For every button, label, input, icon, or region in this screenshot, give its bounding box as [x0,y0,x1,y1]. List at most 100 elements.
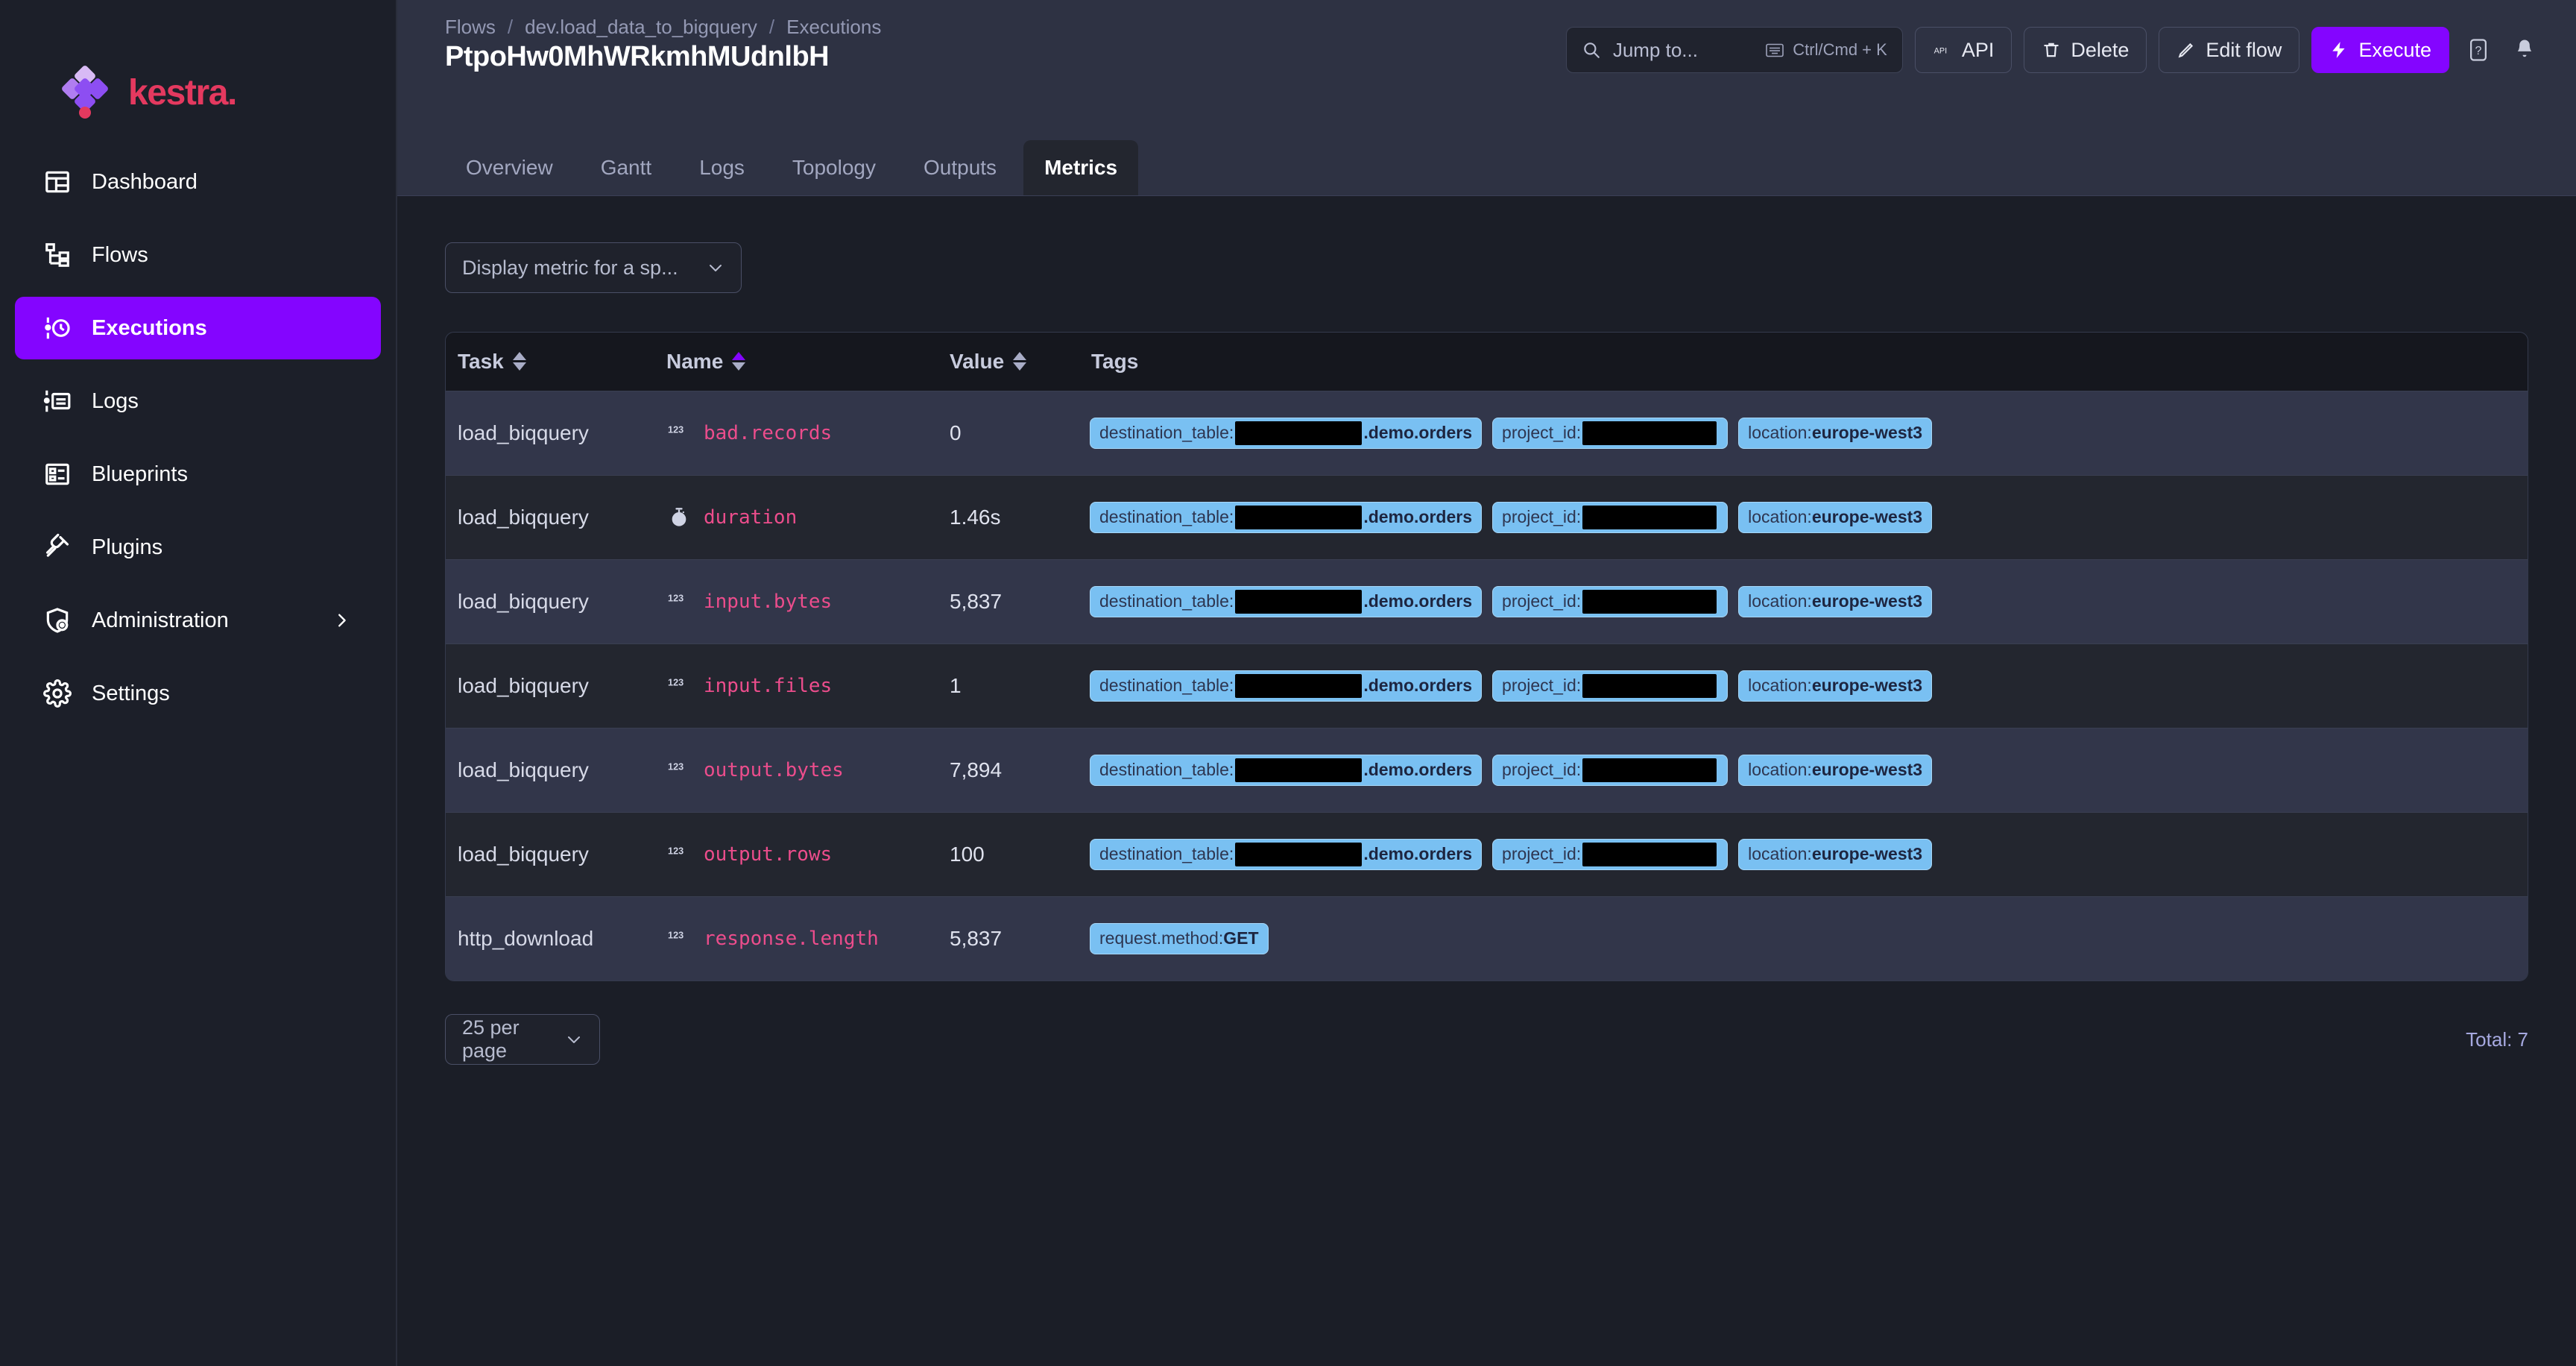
cell-tags: destination_table:.demo.ordersproject_id… [1079,728,2528,812]
table-header-row: Task Name [446,333,2528,391]
administration-icon [42,605,72,635]
column-header-task[interactable]: Task [446,333,654,391]
redacted-value [1582,590,1717,614]
per-page-select[interactable]: 25 per page [445,1014,600,1065]
help-button[interactable]: ? [2461,29,2496,71]
metric-filter-label: Display metric for a sp... [462,256,678,280]
cell-task: load_biqquery [446,475,654,559]
sidebar-item-label: Administration [92,608,229,633]
api-button[interactable]: API API [1915,27,2012,73]
column-header-name[interactable]: Name [654,333,938,391]
notifications-button[interactable] [2507,29,2542,71]
table-row[interactable]: load_biqquery123output.bytes7,894destina… [446,728,2528,812]
settings-icon [42,679,72,708]
pencil-icon [2176,40,2196,60]
bell-icon [2513,38,2536,62]
tag-list: destination_table:.demo.orders project_id… [1090,586,2513,617]
header-actions: Jump to... Ctrl/Cmd + K API API Delete [1566,27,2542,73]
edit-flow-button[interactable]: Edit flow [2159,27,2299,73]
table-row[interactable]: load_biqquery123bad.records0destination_… [446,391,2528,475]
tag-list: destination_table:.demo.ordersproject_id… [1090,502,2513,533]
tag-badge: location: europe-west3 [1738,586,1932,617]
executions-icon [42,313,72,343]
execute-button[interactable]: Execute [2311,27,2449,73]
sidebar-item-label: Flows [92,243,148,268]
app-root: kestra. Dashboard Flows Executions [0,0,2576,1366]
sidebar-item-logs[interactable]: Logs [15,370,381,432]
tag-key: location: [1748,676,1812,696]
redacted-value [1235,674,1362,698]
tab-outputs[interactable]: Outputs [903,140,1017,195]
table-row[interactable]: load_biqqueryduration1.46sdestination_ta… [446,475,2528,559]
sidebar-item-flows[interactable]: Flows [15,224,381,286]
search-input[interactable]: Jump to... Ctrl/Cmd + K [1566,27,1903,73]
table-row[interactable]: load_biqquery123output.rows100destinatio… [446,812,2528,896]
table-row[interactable]: http_download 123 response.length 5,837 requ… [446,896,2528,981]
svg-text:123: 123 [668,425,684,435]
tag-badge: project_id: [1492,755,1728,786]
cell-name: 123input.files [654,643,938,728]
delete-button[interactable]: Delete [2024,27,2147,73]
sidebar-item-plugins[interactable]: Plugins [15,516,381,579]
main-area: Flows / dev.load_data_to_bigquery / Exec… [397,0,2576,1366]
tag-badge: project_id: [1492,586,1728,617]
tab-metrics[interactable]: Metrics [1023,140,1138,195]
tag-value: GET [1223,928,1258,948]
sidebar-item-executions[interactable]: Executions [15,297,381,359]
tag-badge: location: europe-west3 [1738,502,1932,533]
tag-badge: location: europe-west3 [1738,755,1932,786]
tag-key: destination_table: [1099,507,1234,527]
sidebar-item-blueprints[interactable]: Blueprints [15,443,381,506]
tag-badge: project_id: [1492,418,1728,449]
table-row[interactable]: load_biqquery123input.files1destination_… [446,643,2528,728]
cell-tags: destination_table:.demo.ordersproject_id… [1079,475,2528,559]
cell-value: 5,837 [938,559,1079,643]
tag-badge: location: europe-west3 [1738,670,1932,702]
breadcrumb-item-flows[interactable]: Flows [445,16,496,39]
sidebar-item-administration[interactable]: Administration [15,589,381,652]
tab-overview[interactable]: Overview [445,140,574,195]
cell-value: 0 [938,391,1079,475]
sort-toggle-name[interactable] [732,352,745,371]
sidebar-item-settings[interactable]: Settings [15,662,381,725]
column-header-value-label: Value [950,350,1004,374]
svg-text:123: 123 [668,678,684,688]
redacted-value [1235,590,1362,614]
edit-flow-button-label: Edit flow [2206,39,2282,62]
tab-gantt[interactable]: Gantt [580,140,672,195]
flows-icon [42,240,72,270]
tag-key: project_id: [1502,844,1581,864]
brand-logo[interactable]: kestra. [0,0,396,134]
tab-topology[interactable]: Topology [771,140,897,195]
redacted-value [1582,843,1717,866]
metric-filter-select[interactable]: Display metric for a sp... [445,242,742,293]
redacted-value [1582,758,1717,782]
metric-name: response.length [704,928,879,950]
number-icon: 123 [666,928,692,950]
table-body: load_biqquery123bad.records0destination_… [446,391,2528,981]
column-header-tags: Tags [1079,333,2528,391]
cell-value: 5,837 [938,896,1079,981]
tab-logs[interactable]: Logs [678,140,765,195]
sidebar: kestra. Dashboard Flows Executions [0,0,397,1366]
tag-list: request.method: GET [1090,923,2513,954]
sort-toggle-task[interactable] [513,352,526,371]
execution-tabs: Overview Gantt Logs Topology Outputs Met… [445,127,1138,195]
tag-value: .demo.orders [1363,844,1472,864]
sort-toggle-value[interactable] [1013,352,1026,371]
keyboard-icon [1766,43,1784,57]
tag-key: project_id: [1502,760,1581,780]
sidebar-item-label: Plugins [92,535,162,560]
svg-text:123: 123 [668,931,684,941]
tag-value: .demo.orders [1363,676,1472,696]
breadcrumb-item-executions[interactable]: Executions [786,16,881,39]
column-header-value[interactable]: Value [938,333,1079,391]
cell-task: http_download [446,896,654,981]
number-icon: 123 [666,675,692,697]
delete-button-label: Delete [2071,39,2129,62]
breadcrumb-item-flow[interactable]: dev.load_data_to_bigquery [525,16,757,39]
tag-key: destination_table: [1099,423,1234,443]
tag-badge: destination_table:.demo.orders [1090,586,1482,617]
table-row[interactable]: load_biqquery123input.bytes5,837destinat… [446,559,2528,643]
sidebar-item-dashboard[interactable]: Dashboard [15,151,381,213]
